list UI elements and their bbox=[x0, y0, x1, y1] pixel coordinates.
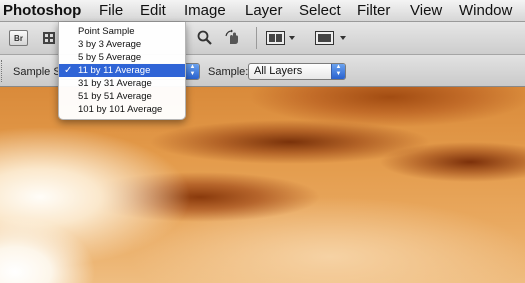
menu-window[interactable]: Window bbox=[459, 2, 512, 19]
minibridge-icon[interactable] bbox=[42, 31, 56, 50]
sample-stepper-icon: ▲ ▼ bbox=[331, 64, 345, 79]
menu-item-51-by-51[interactable]: 51 by 51 Average bbox=[59, 90, 185, 103]
menu-edit[interactable]: Edit bbox=[140, 2, 166, 19]
menu-item-5-by-5[interactable]: 5 by 5 Average bbox=[59, 51, 185, 64]
menu-image[interactable]: Image bbox=[184, 2, 226, 19]
menu-item-3-by-3[interactable]: 3 by 3 Average bbox=[59, 38, 185, 51]
toolbar-divider bbox=[256, 27, 257, 49]
arrange-documents-icon[interactable] bbox=[266, 31, 296, 50]
menu-item-point-sample[interactable]: Point Sample bbox=[59, 25, 185, 38]
menu-file[interactable]: File bbox=[99, 2, 123, 19]
sample-size-stepper-icon: ▲ ▼ bbox=[185, 64, 199, 79]
menu-item-101-by-101[interactable]: 101 by 101 Average bbox=[59, 103, 185, 116]
app-menu-photoshop[interactable]: Photoshop bbox=[3, 2, 81, 19]
zoom-tool-icon[interactable] bbox=[197, 30, 213, 51]
sample-select-value: All Layers bbox=[254, 65, 303, 77]
sample-select[interactable]: All Layers ▲ ▼ bbox=[248, 63, 346, 80]
menu-item-31-by-31[interactable]: 31 by 31 Average bbox=[59, 77, 185, 90]
menu-view[interactable]: View bbox=[410, 2, 442, 19]
options-bar-grip[interactable] bbox=[1, 60, 4, 82]
sample-label: Sample: bbox=[208, 66, 249, 78]
menu-layer[interactable]: Layer bbox=[245, 2, 283, 19]
checkmark-icon: ✓ bbox=[64, 65, 73, 76]
menu-filter[interactable]: Filter bbox=[357, 2, 390, 19]
screen-mode-icon[interactable] bbox=[315, 31, 349, 50]
bridge-button[interactable]: Br bbox=[9, 30, 28, 46]
menu-select[interactable]: Select bbox=[299, 2, 341, 19]
menu-bar: Photoshop File Edit Image Layer Select F… bbox=[0, 0, 525, 22]
rotate-view-icon[interactable] bbox=[224, 29, 242, 52]
menu-item-11-by-11[interactable]: ✓ 11 by 11 Average bbox=[59, 64, 185, 77]
sample-size-menu: Point Sample 3 by 3 Average 5 by 5 Avera… bbox=[58, 22, 186, 120]
